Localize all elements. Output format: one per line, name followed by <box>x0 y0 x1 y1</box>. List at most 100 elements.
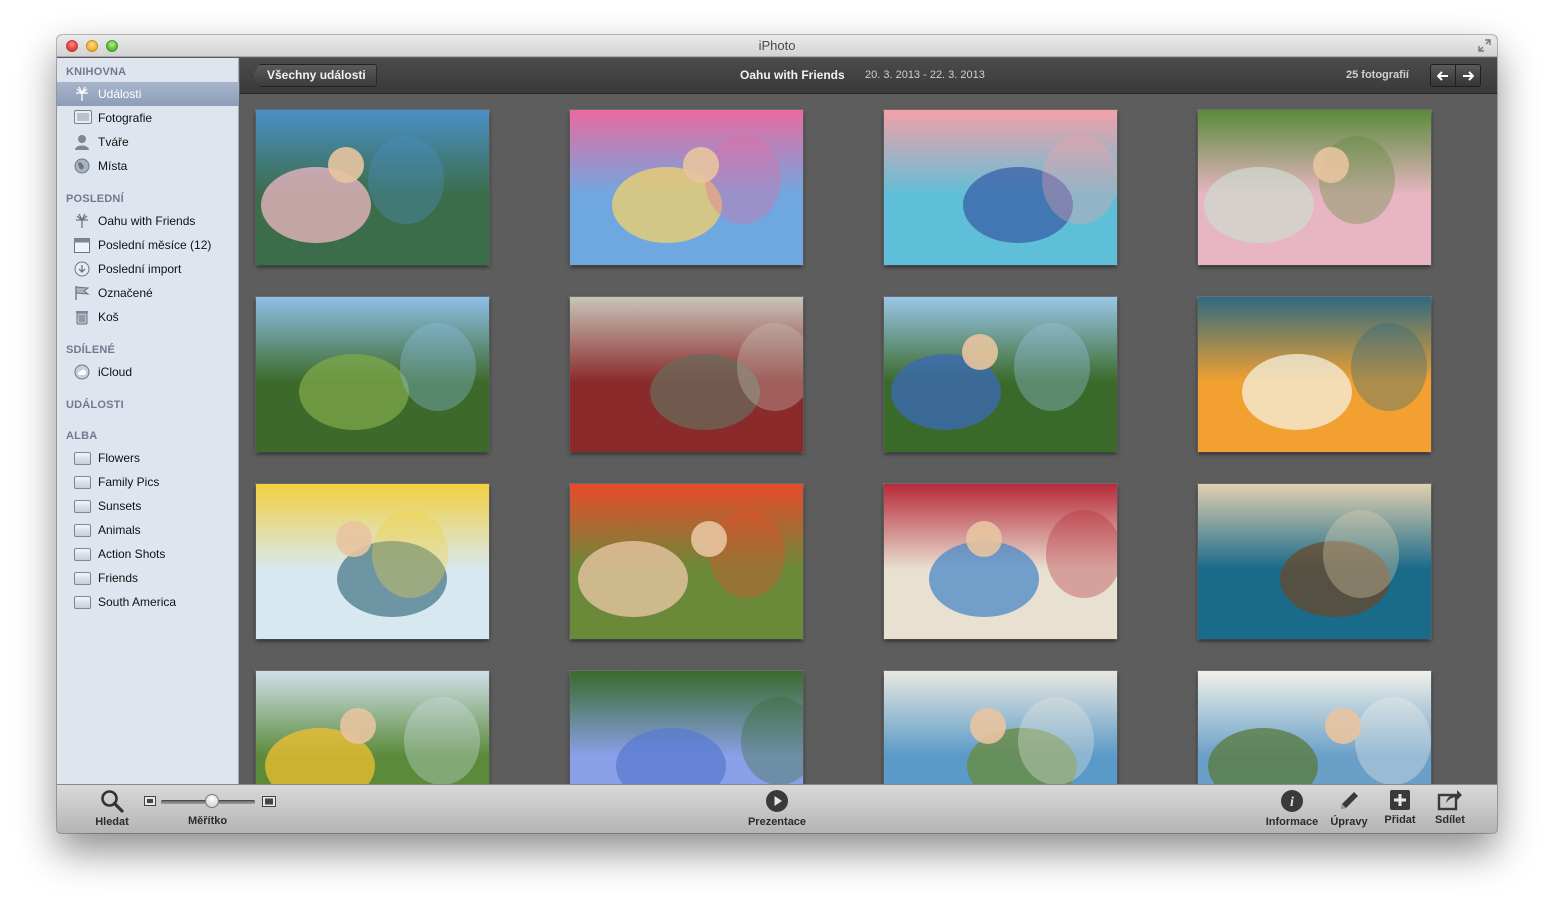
sidebar-item-label: Friends <box>98 571 139 585</box>
photo-image <box>884 110 1117 265</box>
sidebar-album-friends[interactable]: Friends <box>57 566 239 590</box>
photo-image <box>884 297 1117 452</box>
photo-thumbnail[interactable] <box>1198 484 1431 639</box>
photo-thumbnail[interactable] <box>570 297 803 452</box>
event-header-bar: Všechny události Oahu with Friends 20. 3… <box>240 58 1497 94</box>
photo-thumbnail[interactable] <box>256 671 489 784</box>
photo-thumbnail[interactable] <box>884 484 1117 639</box>
scale-slider-thumb[interactable] <box>205 794 219 808</box>
photo-thumbnail[interactable] <box>570 484 803 639</box>
slideshow-button[interactable]: Prezentace <box>737 789 817 828</box>
add-button[interactable]: Přidat <box>1379 789 1421 826</box>
sidebar-item-icloud[interactable]: iCloud <box>57 360 239 384</box>
next-event-button[interactable] <box>1455 64 1481 87</box>
photo-image <box>256 297 489 452</box>
photo-image <box>570 671 803 784</box>
photo-thumbnail[interactable] <box>570 110 803 265</box>
album-icon <box>74 571 91 585</box>
photo-image <box>1198 671 1431 784</box>
sidebar-item-label: Koš <box>98 310 119 324</box>
sidebar-item-recent-months[interactable]: Poslední měsíce (12) <box>57 233 239 257</box>
photo-thumbnail[interactable] <box>256 297 489 452</box>
photo-image <box>256 671 489 784</box>
photo-thumbnail[interactable] <box>1198 297 1431 452</box>
fullscreen-icon[interactable] <box>1478 39 1491 52</box>
section-albums: ALBA <box>66 430 98 442</box>
svg-text:i: i <box>1290 795 1294 810</box>
faces-icon <box>74 134 92 150</box>
sidebar-item-oahu[interactable]: Oahu with Friends <box>57 209 239 233</box>
sidebar-item-label: Flowers <box>98 451 141 465</box>
previous-event-button[interactable] <box>1430 64 1456 87</box>
photo-image <box>256 110 489 265</box>
photo-thumbnail[interactable] <box>570 671 803 784</box>
close-window-button[interactable] <box>66 40 78 52</box>
large-thumb-icon[interactable] <box>262 796 276 807</box>
info-icon: i <box>1281 790 1303 812</box>
sidebar-album-action-shots[interactable]: Action Shots <box>57 542 239 566</box>
photo-thumbnail[interactable] <box>1198 110 1431 265</box>
sidebar-item-label: Family Pics <box>98 475 160 489</box>
photo-image <box>256 484 489 639</box>
sidebar-item-label: Poslední import <box>98 262 182 276</box>
info-button[interactable]: i Informace <box>1261 789 1323 828</box>
sidebar-item-label: Tváře <box>98 135 129 149</box>
photo-image <box>1198 484 1431 639</box>
all-events-back-button[interactable]: Všechny události <box>252 64 377 87</box>
sidebar-album-flowers[interactable]: Flowers <box>57 446 239 470</box>
iphoto-window: iPhoto KNIHOVNA Události Fotografie Tvář… <box>57 35 1497 833</box>
share-button[interactable]: Sdílet <box>1429 789 1471 826</box>
plus-icon <box>1390 790 1410 810</box>
sidebar-item-trash[interactable]: Koš <box>57 305 239 329</box>
edit-label: Úpravy <box>1330 816 1368 828</box>
photo-count: 25 fotografií <box>1346 69 1409 81</box>
album-icon <box>74 523 91 537</box>
sidebar-album-sunsets[interactable]: Sunsets <box>57 494 239 518</box>
photo-thumbnail[interactable] <box>1198 671 1431 784</box>
share-icon <box>1437 790 1462 811</box>
edit-button[interactable]: Úpravy <box>1327 789 1371 828</box>
calendar-icon <box>74 237 92 253</box>
section-events[interactable]: UDÁLOSTI <box>66 399 124 411</box>
minimize-window-button[interactable] <box>86 40 98 52</box>
window-title: iPhoto <box>758 38 796 53</box>
info-label: Informace <box>1265 816 1319 828</box>
icloud-icon <box>74 364 92 380</box>
sidebar-item-label: Události <box>98 87 142 101</box>
photo-image <box>884 484 1117 639</box>
photo-image <box>1198 297 1431 452</box>
photo-image <box>884 671 1117 784</box>
title-bar: iPhoto <box>57 35 1497 57</box>
sidebar-album-animals[interactable]: Animals <box>57 518 239 542</box>
sidebar-item-photos[interactable]: Fotografie <box>57 106 239 130</box>
album-icon <box>74 547 91 561</box>
sidebar: KNIHOVNA Události Fotografie Tváře Místa <box>57 58 239 784</box>
add-label: Přidat <box>1384 814 1416 826</box>
album-icon <box>74 451 91 465</box>
small-thumb-icon[interactable] <box>144 796 156 806</box>
arrow-right-icon <box>1463 70 1474 81</box>
event-title: Oahu with Friends <box>740 68 845 82</box>
sidebar-item-label: Fotografie <box>98 111 153 125</box>
sidebar-item-events[interactable]: Události <box>57 82 239 106</box>
flag-icon <box>74 285 92 301</box>
photo-thumbnail[interactable] <box>884 671 1117 784</box>
play-icon <box>766 790 788 812</box>
slideshow-label: Prezentace <box>747 816 807 828</box>
sidebar-album-family-pics[interactable]: Family Pics <box>57 470 239 494</box>
sidebar-item-last-import[interactable]: Poslední import <box>57 257 239 281</box>
share-label: Sdílet <box>1435 814 1465 826</box>
sidebar-item-faces[interactable]: Tváře <box>57 130 239 154</box>
sidebar-item-places[interactable]: Místa <box>57 154 239 178</box>
sidebar-item-label: South America <box>98 595 177 609</box>
photo-thumbnail[interactable] <box>884 297 1117 452</box>
sidebar-item-label: Místa <box>98 159 128 173</box>
photo-thumbnail[interactable] <box>884 110 1117 265</box>
sidebar-album-south-america[interactable]: South America <box>57 590 239 614</box>
sidebar-item-flagged[interactable]: Označené <box>57 281 239 305</box>
photo-thumbnail[interactable] <box>256 484 489 639</box>
scale-control: Měřítko <box>57 785 287 833</box>
zoom-window-button[interactable] <box>106 40 118 52</box>
section-shared: SDÍLENÉ <box>66 344 116 356</box>
photo-thumbnail[interactable] <box>256 110 489 265</box>
